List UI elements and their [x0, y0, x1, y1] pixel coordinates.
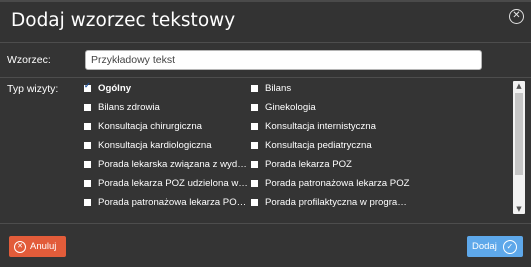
visit-type-label: Konsultacja internistyczna — [265, 120, 376, 132]
add-text-pattern-dialog: Dodaj wzorzec tekstowy ✕ Wzorzec: Przykł… — [0, 0, 531, 267]
visit-type-label: Porada lekarska związana z wyda… — [98, 158, 249, 170]
cancel-button[interactable]: ✕ Anuluj — [9, 236, 66, 257]
checkbox-icon[interactable] — [251, 179, 258, 187]
checkbox-icon[interactable] — [84, 179, 91, 187]
visit-type-label: Porada lekarza POZ — [265, 158, 352, 170]
divider — [0, 77, 531, 78]
visit-type-label: Bilans zdrowia — [98, 101, 160, 113]
scrollbar-thumb[interactable] — [515, 93, 523, 175]
checkbox-icon[interactable] — [84, 198, 91, 206]
scroll-down-icon[interactable]: ▼ — [513, 204, 525, 214]
visit-type-item[interactable]: Konsultacja kardiologiczna — [84, 138, 249, 152]
checkbox-icon[interactable] — [251, 160, 258, 168]
visit-type-item[interactable]: Porada lekarza POZ udzielona w d… — [84, 176, 249, 190]
visit-type-item[interactable]: Szczepienia — [84, 214, 249, 215]
check-icon: ✓ — [502, 239, 517, 254]
visit-type-list[interactable]: Ogólny Bilans zdrowia Konsultacja chirurgi… — [84, 80, 528, 215]
visit-type-item[interactable]: Porada patronażowa lekarza POZ — [251, 176, 411, 190]
checkbox-icon[interactable] — [84, 122, 91, 130]
checkbox-icon[interactable] — [84, 160, 91, 168]
close-icon[interactable]: ✕ — [509, 9, 524, 24]
visit-type-label: Porada lekarza POZ udzielona w d… — [98, 177, 249, 189]
checkbox-icon[interactable] — [251, 103, 258, 111]
list-scrollbar[interactable]: ▲ ▼ — [513, 81, 525, 214]
visit-type-item[interactable]: Ogólny — [84, 81, 249, 95]
header-top-strip — [0, 0, 531, 2]
visit-type-label: Porada patronażowa lekarza POZ — [265, 177, 410, 189]
visit-type-label: Konsultacja pediatryczna — [265, 139, 372, 151]
visit-type-item[interactable]: Konsultacja internistyczna — [251, 119, 411, 133]
scroll-up-icon[interactable]: ▲ — [513, 81, 525, 91]
visit-type-item[interactable]: Konsultacja pediatryczna — [251, 138, 411, 152]
visit-type-label: Typ wizyty: — [7, 83, 59, 95]
divider — [0, 223, 531, 224]
dialog-header: Dodaj wzorzec tekstowy ✕ — [0, 0, 531, 42]
visit-type-label: Konsultacja chirurgiczna — [98, 120, 202, 132]
visit-type-label: Konsultacja kardiologiczna — [98, 139, 212, 151]
add-button-label: Dodaj — [472, 241, 497, 252]
cancel-button-label: Anuluj — [30, 241, 57, 252]
divider — [0, 42, 531, 43]
checkbox-icon[interactable] — [251, 141, 258, 149]
dialog-title: Dodaj wzorzec tekstowy — [11, 10, 236, 31]
pattern-label: Wzorzec: — [7, 54, 51, 66]
checkbox-icon[interactable] — [251, 122, 258, 130]
visit-type-item[interactable]: Porada lekarza POZ — [251, 157, 411, 171]
visit-type-label: Ogólny — [98, 82, 132, 94]
visit-type-label: Ginekologia — [265, 101, 316, 113]
visit-type-label: Porada profilaktyczna w programi… — [265, 196, 411, 208]
visit-type-item[interactable]: Bilans zdrowia — [84, 100, 249, 114]
visit-type-item[interactable]: Porada profilaktyczna w programi… — [251, 195, 411, 209]
dialog-footer — [0, 227, 531, 267]
checkbox-icon[interactable] — [251, 198, 258, 206]
visit-type-item[interactable]: Porada lekarska związana z wyda… — [84, 157, 249, 171]
cancel-x-icon: ✕ — [14, 240, 26, 253]
add-button[interactable]: Dodaj ✓ — [467, 236, 523, 257]
visit-type-label: Porada patronażowa lekarza POZ … — [98, 196, 249, 208]
checkbox-icon[interactable] — [84, 141, 91, 149]
checkbox-icon[interactable] — [84, 103, 91, 111]
visit-type-label: Bilans — [265, 82, 292, 94]
checkbox-checked-icon[interactable] — [84, 81, 91, 92]
visit-type-item[interactable]: Porada patronażowa lekarza POZ … — [84, 195, 249, 209]
checkbox-icon[interactable] — [251, 84, 258, 92]
visit-type-item[interactable]: Bilans — [251, 81, 411, 95]
visit-type-item[interactable]: Świadczenie położnej POZ — [251, 214, 411, 215]
visit-type-item[interactable]: Ginekologia — [251, 100, 411, 114]
pattern-input[interactable]: Przykładowy tekst — [85, 50, 482, 70]
visit-type-item[interactable]: Konsultacja chirurgiczna — [84, 119, 249, 133]
